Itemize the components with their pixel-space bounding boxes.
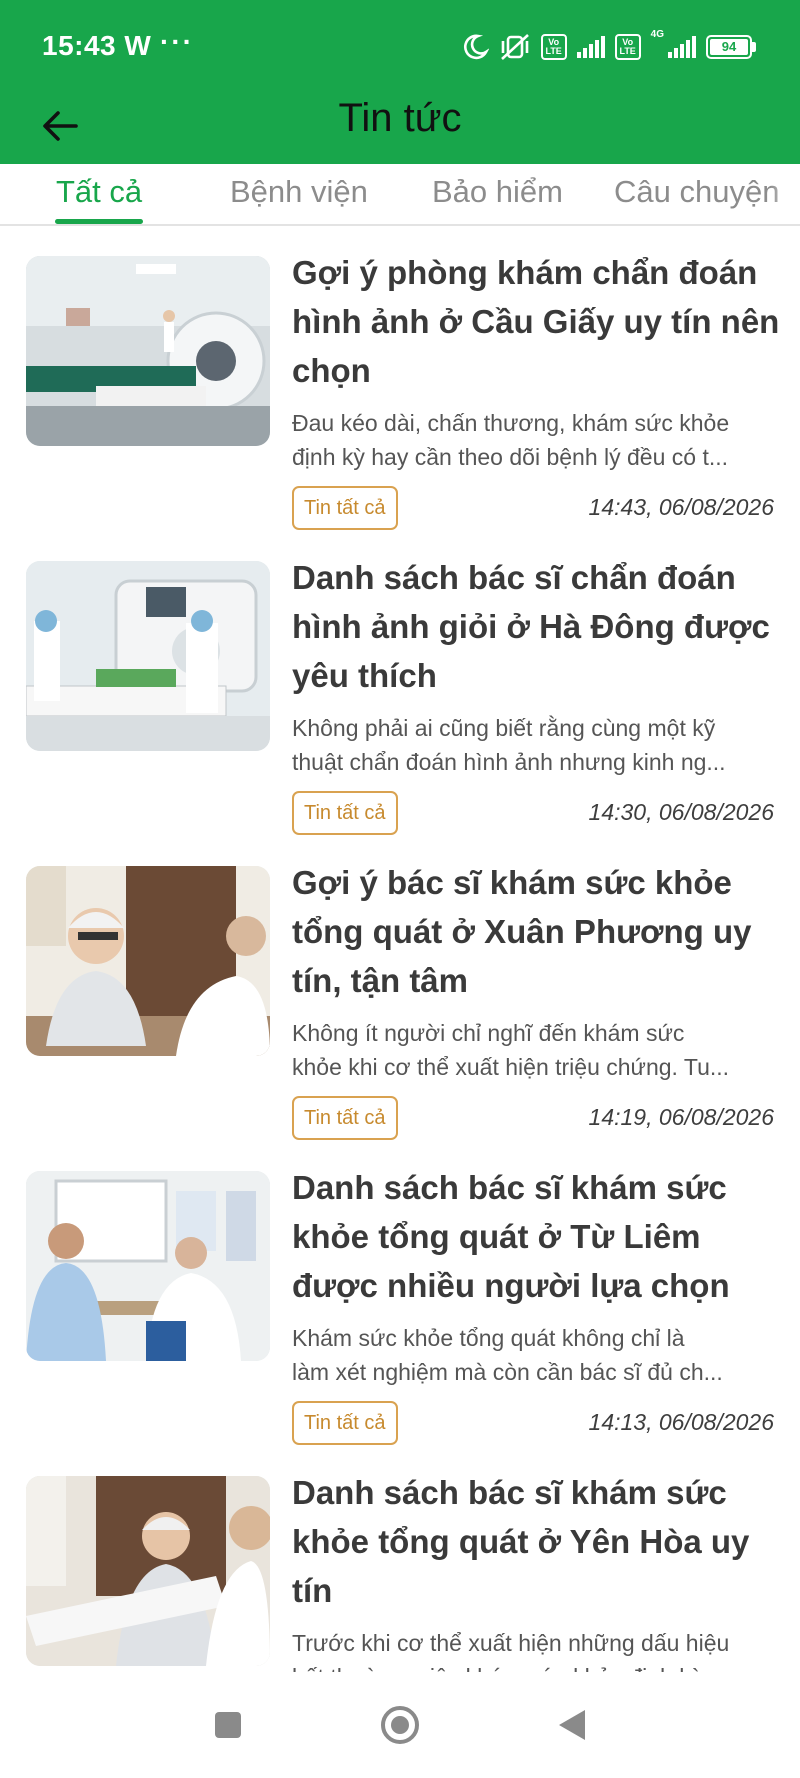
- volte-icon: Vo LTE: [540, 34, 567, 60]
- status-time-suffix: W: [124, 30, 152, 61]
- article-thumbnail: [26, 1476, 270, 1666]
- category-tag: Tin tất cả: [292, 1401, 398, 1445]
- article-summary: Khám sức khỏe tổng quát không chỉ là làm…: [292, 1321, 772, 1389]
- article-summary-line: định kỳ hay cần theo dõi bệnh lý đều có …: [292, 444, 729, 470]
- article-thumbnail: [26, 256, 270, 446]
- article-title[interactable]: Gợi ý bác sĩ khám sức khỏe tổng quát ở X…: [292, 858, 782, 1005]
- tab-hospital[interactable]: Bệnh viện: [230, 174, 368, 210]
- article-thumbnail: [26, 561, 270, 751]
- article-card[interactable]: Gợi ý bác sĩ khám sức khỏe tổng quát ở X…: [0, 838, 800, 1143]
- publish-time: 14:43, 06/08/2026: [588, 494, 774, 520]
- volte-2-icon: Vo LTE: [614, 34, 641, 60]
- status-bar: 15:43 W ··· Vo LTE Vo LTE 4G 94: [0, 0, 800, 94]
- page-title: Tin tức: [338, 96, 462, 140]
- article-summary: Không phải ai cũng biết rằng cùng một kỹ…: [292, 711, 772, 779]
- circle-icon: [381, 1706, 419, 1744]
- article-summary-line: Đau kéo dài, chấn thương, khám sức khỏe: [292, 410, 730, 436]
- active-tab-indicator: [55, 219, 143, 224]
- publish-time: 14:30, 06/08/2026: [588, 799, 774, 825]
- article-title[interactable]: Danh sách bác sĩ khám sức khỏe tổng quát…: [292, 1163, 782, 1310]
- battery-icon: 94: [706, 35, 756, 59]
- recents-button[interactable]: [188, 1672, 268, 1778]
- article-thumbnail: [26, 1171, 270, 1361]
- network-type: 4G: [650, 29, 664, 40]
- category-tag: Tin tất cả: [292, 1096, 398, 1140]
- news-screen: 15:43 W ··· Vo LTE Vo LTE 4G 94 Tin tức …: [0, 0, 800, 1778]
- publish-time: 14:19, 06/08/2026: [588, 1104, 774, 1130]
- vibrate-off-icon: [499, 32, 531, 62]
- signal-1-icon: [576, 36, 605, 58]
- article-card[interactable]: Danh sách bác sĩ khám sức khỏe tổng quát…: [0, 1448, 800, 1672]
- category-tag: Tin tất cả: [292, 791, 398, 835]
- article-summary-line: bất thường, việc khám sức khỏe định kỳ: [292, 1660, 772, 1672]
- article-summary: Không ít người chỉ nghĩ đến khám sức khỏ…: [292, 1016, 772, 1084]
- article-list[interactable]: Gợi ý phòng khám chẩn đoán hình ảnh ở Cầ…: [0, 228, 800, 1672]
- article-card[interactable]: Danh sách bác sĩ khám sức khỏe tổng quát…: [0, 1143, 800, 1448]
- article-summary-line: Khám sức khỏe tổng quát không chỉ là: [292, 1325, 685, 1351]
- article-title[interactable]: Danh sách bác sĩ khám sức khỏe tổng quát…: [292, 1468, 782, 1615]
- category-tag: Tin tất cả: [292, 486, 398, 530]
- article-title[interactable]: Gợi ý phòng khám chẩn đoán hình ảnh ở Cầ…: [292, 248, 782, 395]
- article-summary: Đau kéo dài, chấn thương, khám sức khỏe …: [292, 406, 772, 474]
- category-tabs: Tất cả Bệnh viện Bảo hiểm Câu chuyện: [0, 164, 800, 226]
- article-summary-line: làm xét nghiệm mà còn cần bác sĩ đủ ch..…: [292, 1359, 723, 1385]
- battery-level: 94: [710, 39, 748, 55]
- article-summary: Trước khi cơ thể xuất hiện những dấu hiệ…: [292, 1626, 772, 1672]
- article-title[interactable]: Danh sách bác sĩ chẩn đoán hình ảnh giỏi…: [292, 553, 782, 700]
- signal-2-icon: [668, 36, 696, 58]
- tab-stories[interactable]: Câu chuyện: [614, 174, 779, 210]
- publish-time: 14:13, 06/08/2026: [588, 1409, 774, 1435]
- article-summary-line: khỏe khi cơ thể xuất hiện triệu chứng. T…: [292, 1054, 730, 1080]
- tab-all[interactable]: Tất cả: [56, 174, 142, 210]
- status-icons: Vo LTE Vo LTE 4G 94: [461, 30, 756, 64]
- app-bar: Tin tức: [0, 94, 800, 164]
- tab-insurance[interactable]: Bảo hiểm: [432, 174, 563, 210]
- article-thumbnail: [26, 866, 270, 1056]
- article-summary-line: Không ít người chỉ nghĩ đến khám sức: [292, 1020, 685, 1046]
- status-time: 15:43 W: [42, 30, 151, 62]
- article-card[interactable]: Gợi ý phòng khám chẩn đoán hình ảnh ở Cầ…: [0, 228, 800, 533]
- tabs-fade: [770, 164, 800, 224]
- moon-icon: [461, 33, 489, 61]
- status-time-value: 15:43: [42, 30, 117, 61]
- square-icon: [215, 1712, 241, 1738]
- top-bar: 15:43 W ··· Vo LTE Vo LTE 4G 94 Tin tức: [0, 0, 800, 164]
- triangle-back-icon: [559, 1710, 585, 1740]
- article-summary-line: thuật chẩn đoán hình ảnh nhưng kinh ng..…: [292, 749, 726, 775]
- system-back-button[interactable]: [532, 1672, 612, 1778]
- system-nav-bar: [0, 1672, 800, 1778]
- article-summary-line: Trước khi cơ thể xuất hiện những dấu hiệ…: [292, 1630, 730, 1656]
- article-summary-line: Không phải ai cũng biết rằng cùng một kỹ: [292, 715, 716, 741]
- more-notifications-icon: ···: [160, 26, 194, 57]
- home-button[interactable]: [360, 1672, 440, 1778]
- article-card[interactable]: Danh sách bác sĩ chẩn đoán hình ảnh giỏi…: [0, 533, 800, 838]
